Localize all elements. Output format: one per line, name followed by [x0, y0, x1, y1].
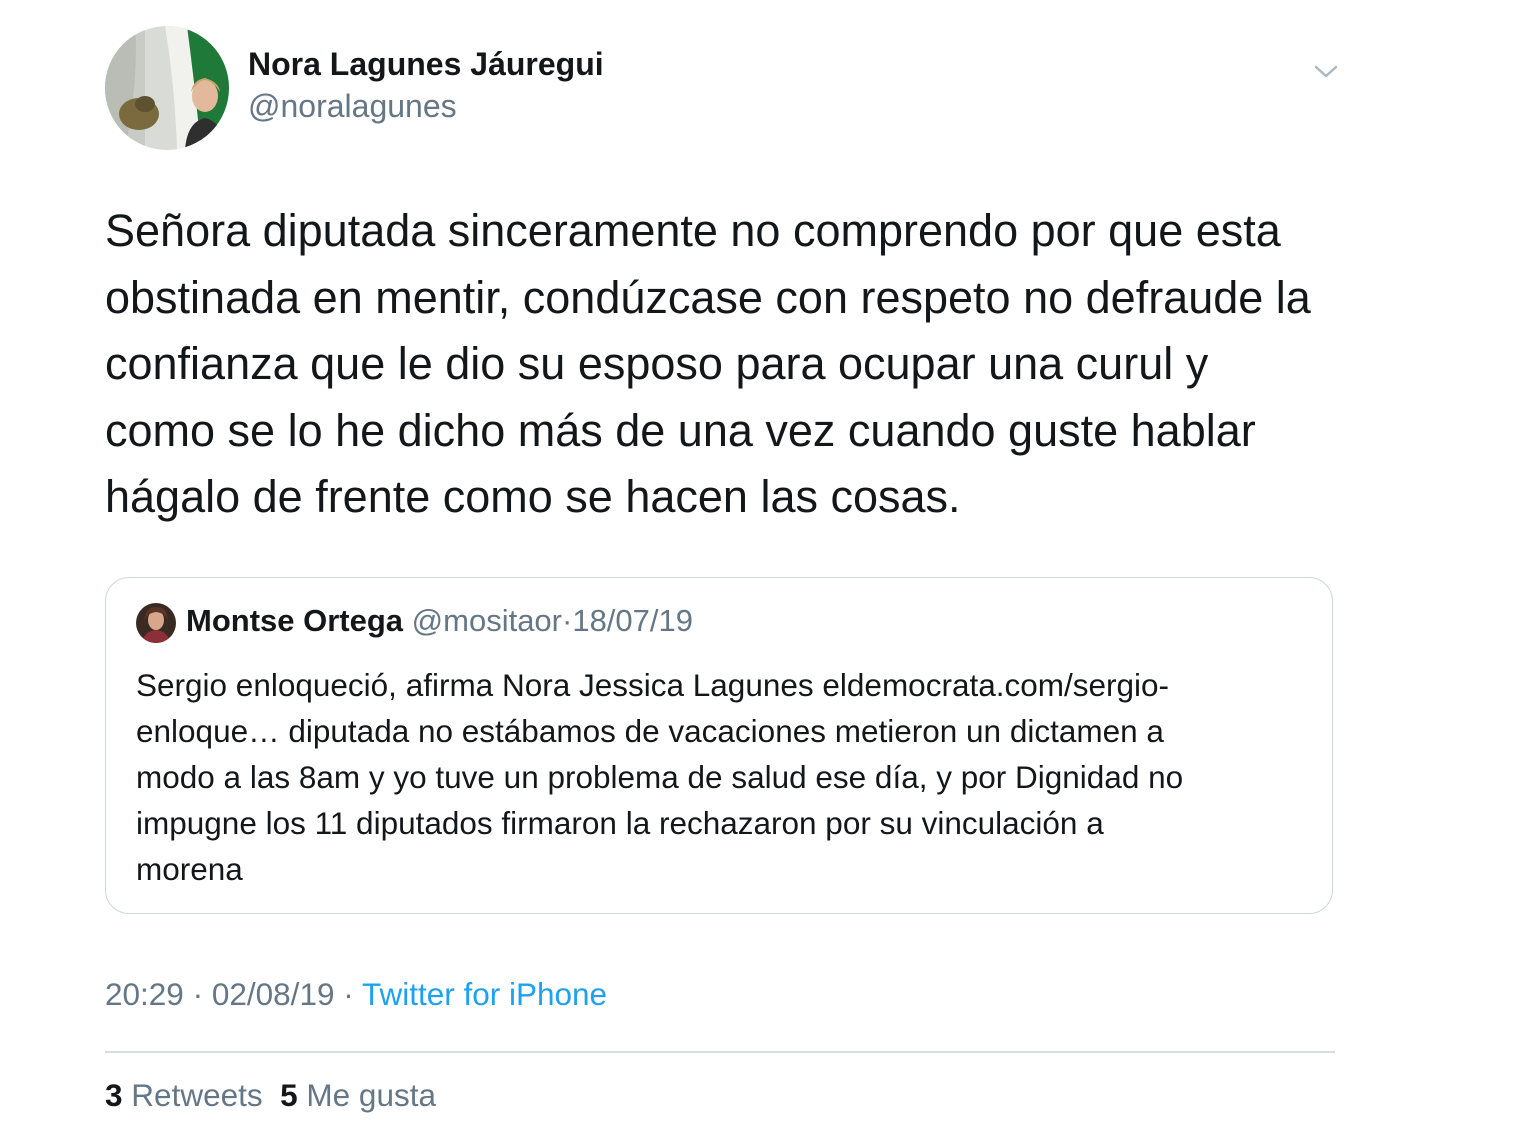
- tweet-text-line: hágalo de frente como se hacen las cosas…: [105, 471, 961, 522]
- quoted-text-line: impugne los 11 diputados firmaron la rec…: [136, 805, 1104, 841]
- author-avatar[interactable]: [105, 26, 229, 150]
- quoted-text-line: Sergio enloqueció, afirma Nora Jessica L…: [136, 667, 1170, 703]
- divider: [105, 1051, 1335, 1053]
- tweet-meta: 20:29 · 02/08/19 · Twitter for iPhone: [105, 976, 607, 1013]
- meta-separator: ·: [192, 976, 204, 1012]
- quoted-author-avatar: [136, 603, 176, 643]
- tweet-text: Señora diputada sinceramente no comprend…: [105, 198, 1345, 531]
- quoted-author-name[interactable]: Montse Ortega: [186, 603, 403, 638]
- quoted-author-handle[interactable]: @mositaor: [412, 603, 562, 638]
- likes-label: Me gusta: [306, 1077, 436, 1113]
- tweet-text-line: obstinada en mentir, condúzcase con resp…: [105, 271, 1311, 323]
- quoted-text-line: enloque… diputada no estábamos de vacaci…: [136, 713, 1164, 749]
- quoted-header: Montse Ortega @mositaor·18/07/19: [186, 603, 693, 639]
- author-name[interactable]: Nora Lagunes Jáuregui: [248, 46, 604, 83]
- retweets-count: 3: [105, 1077, 123, 1113]
- tweet-time: 20:29: [105, 976, 184, 1012]
- tweet-text-line: Señora diputada sinceramente no comprend…: [105, 205, 1281, 256]
- retweets-stat[interactable]: 3 Retweets: [105, 1077, 263, 1113]
- tweet-source-link[interactable]: Twitter for iPhone: [362, 976, 607, 1012]
- likes-count: 5: [280, 1077, 298, 1113]
- quoted-separator: ·: [562, 603, 573, 638]
- quoted-text-line: morena: [136, 851, 243, 887]
- meta-separator: ·: [343, 976, 354, 1012]
- likes-stat[interactable]: 5 Me gusta: [280, 1077, 436, 1113]
- quoted-text: Sergio enloqueció, afirma Nora Jessica L…: [136, 662, 1306, 892]
- author-handle[interactable]: @noralagunes: [248, 88, 457, 125]
- quoted-text-line: modo a las 8am y yo tuve un problema de …: [136, 759, 1184, 795]
- quoted-tweet-card[interactable]: Montse Ortega @mositaor·18/07/19 Sergio …: [105, 577, 1333, 914]
- tweet-text-line: como se lo he dicho más de una vez cuand…: [105, 404, 1256, 456]
- tweet-stats: 3 Retweets 5 Me gusta: [105, 1077, 436, 1114]
- tweet-date: 02/08/19: [211, 976, 335, 1012]
- retweets-label: Retweets: [131, 1077, 263, 1113]
- tweet-text-line: confianza que le dio su esposo para ocup…: [105, 338, 1209, 389]
- quoted-date[interactable]: 18/07/19: [572, 603, 693, 638]
- chevron-down-icon[interactable]: [1311, 58, 1341, 84]
